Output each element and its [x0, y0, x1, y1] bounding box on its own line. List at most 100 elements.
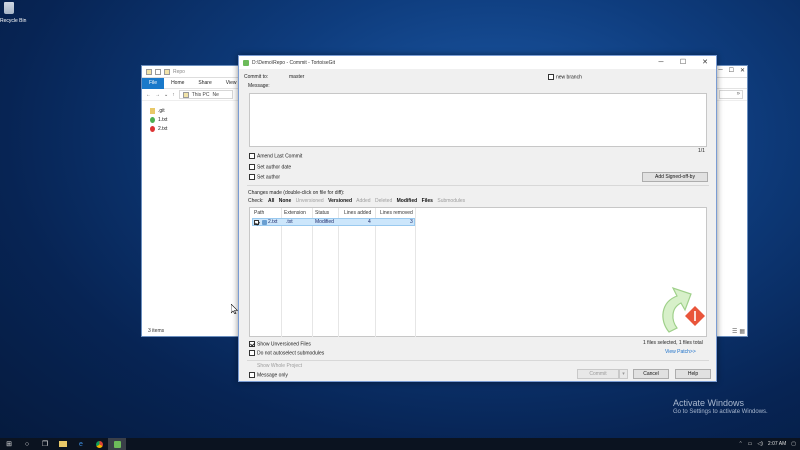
edge-icon[interactable]: e [72, 438, 90, 450]
filter-unversioned[interactable]: Unversioned [296, 198, 324, 204]
column-divider [375, 208, 376, 337]
list-item[interactable]: .git [150, 106, 167, 115]
address-bar[interactable]: This PC Ne [178, 90, 233, 99]
explorer-view-buttons: ☰ ▦ [732, 328, 745, 335]
column-header-lines-added[interactable]: Lines added [344, 210, 371, 216]
text-file-icon [150, 116, 155, 123]
tortoisegit-glyph [113, 440, 121, 448]
table-row[interactable]: 2.txt .txt Modified 4 3 [252, 218, 415, 226]
cancel-button[interactable]: Cancel [633, 369, 669, 379]
no-autoselect-checkbox[interactable]: Do not autoselect submodules [249, 350, 324, 356]
up-arrow-icon[interactable]: ↑ [172, 92, 175, 98]
tortoisegit-icon[interactable] [108, 438, 126, 450]
filter-none[interactable]: None [279, 198, 292, 204]
amend-checkbox[interactable]: Amend Last Commit [249, 153, 302, 159]
recent-chevron-icon[interactable]: ⌄ [164, 92, 168, 98]
show-whole-project-label[interactable]: Show Whole Project [257, 363, 302, 369]
set-author-checkbox[interactable]: Set author [249, 174, 280, 180]
search-icon[interactable]: ○ [18, 438, 36, 450]
network-icon[interactable]: ▭ [748, 441, 753, 447]
divider [247, 360, 709, 361]
properties-icon[interactable] [155, 68, 161, 75]
checkbox-icon [249, 350, 255, 356]
add-signed-off-button[interactable]: Add Signed-off-by [642, 172, 708, 182]
ribbon-tab-share[interactable]: Share [191, 78, 218, 89]
help-button[interactable]: Help [675, 369, 711, 379]
file-name: 2.txt [158, 125, 168, 132]
task-view-icon[interactable]: ❐ [36, 438, 54, 450]
tiles-view-icon[interactable]: ▦ [739, 328, 745, 335]
column-header-lines-removed[interactable]: Lines removed [380, 210, 413, 216]
set-author-date-checkbox[interactable]: Set author date [249, 164, 291, 170]
ribbon-tab-file[interactable]: File [142, 77, 165, 89]
tortoisegit-logo-icon [662, 286, 705, 333]
close-icon[interactable]: ✕ [740, 67, 745, 74]
back-arrow-icon[interactable]: ← [146, 92, 151, 98]
filter-added[interactable]: Added [356, 198, 370, 204]
view-patch-link[interactable]: View Patch>> [665, 349, 696, 355]
column-header-status[interactable]: Status [315, 210, 329, 216]
checkbox-icon [249, 164, 255, 170]
changed-files-table[interactable]: Path Extension Status Lines added Lines … [249, 207, 707, 337]
column-header-path[interactable]: Path [254, 210, 264, 216]
filter-all[interactable]: All [268, 198, 274, 204]
filter-modified[interactable]: Modified [397, 198, 418, 204]
file-explorer-icon[interactable] [54, 438, 72, 450]
activation-watermark-subtitle: Go to Settings to activate Windows. [673, 409, 768, 415]
filter-versioned[interactable]: Versioned [328, 198, 352, 204]
commit-dialog[interactable]: D:\Demo\Repo - Commit - TortoiseGit ─ ☐ … [238, 55, 717, 382]
breadcrumb-this-pc[interactable]: This PC [192, 92, 210, 98]
checkbox-checked-icon [249, 341, 255, 347]
chrome-glyph [95, 440, 103, 448]
commit-message-input[interactable] [249, 93, 707, 147]
notifications-icon[interactable]: ▢ [791, 441, 796, 447]
folder-icon [150, 107, 155, 114]
checkbox-checked-icon [254, 220, 259, 225]
forward-arrow-icon[interactable]: → [155, 92, 160, 98]
filter-files[interactable]: Files [422, 198, 433, 204]
filter-submodules[interactable]: Submodules [437, 198, 465, 204]
activation-watermark-title: Activate Windows [673, 398, 745, 408]
column-divider [281, 208, 282, 337]
search-box[interactable]: » [719, 90, 743, 99]
column-divider [338, 208, 339, 337]
maximize-icon[interactable]: ☐ [672, 56, 694, 69]
clock[interactable]: 2:07 AM [768, 441, 786, 447]
chevron-up-icon[interactable]: ⌃ [738, 441, 742, 447]
set-author-date-label: Set author date [257, 164, 292, 171]
list-item[interactable]: 2.txt [150, 124, 167, 133]
recycle-bin-icon [4, 2, 14, 14]
windows-start-icon[interactable]: ⊞ [0, 438, 18, 450]
recycle-bin-desktop-icon[interactable]: Recycle Bin [0, 0, 26, 30]
checkbox-icon [548, 74, 554, 80]
list-item[interactable]: 1.txt [150, 115, 167, 124]
mouse-cursor-icon [231, 304, 238, 314]
breadcrumb-next[interactable]: Ne [212, 92, 218, 98]
system-tray: ⌃ ▭ ◁) 2:07 AM ▢ [738, 438, 796, 450]
minimize-icon[interactable]: ─ [650, 56, 672, 69]
maximize-icon[interactable]: ☐ [729, 67, 734, 74]
checkbox-icon [249, 372, 255, 378]
ribbon-tab-home[interactable]: Home [164, 78, 191, 89]
column-header-extension[interactable]: Extension [284, 210, 306, 216]
commit-button[interactable]: Commit [577, 369, 619, 379]
chrome-icon[interactable] [90, 438, 108, 450]
show-unversioned-checkbox[interactable]: Show Unversioned Files [249, 341, 311, 347]
filter-deleted[interactable]: Deleted [375, 198, 392, 204]
file-name: .git [158, 107, 165, 114]
new-branch-checkbox[interactable]: new branch [548, 74, 582, 80]
message-only-checkbox[interactable]: Message only [249, 372, 288, 378]
selection-summary: 1 files selected, 1 files total [643, 340, 703, 346]
folder-glyph [59, 441, 67, 447]
set-author-label: Set author [257, 174, 281, 181]
row-extension: .txt [286, 219, 293, 225]
volume-icon[interactable]: ◁) [757, 441, 763, 447]
explorer-window-controls: ─ ☐ ✕ [718, 67, 745, 74]
minimize-icon[interactable]: ─ [718, 67, 722, 74]
details-view-icon[interactable]: ☰ [732, 328, 737, 335]
commit-dropdown-button[interactable]: ▾ [619, 369, 628, 379]
new-folder-icon[interactable] [164, 68, 170, 75]
close-icon[interactable]: ✕ [694, 56, 716, 69]
new-branch-label: new branch [556, 74, 582, 81]
explorer-status-text: 3 items [148, 328, 165, 334]
